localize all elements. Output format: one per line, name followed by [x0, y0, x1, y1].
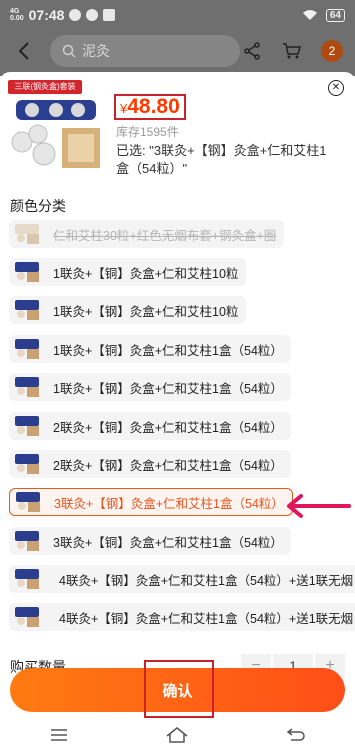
- price-display: ¥ 48.80: [114, 94, 186, 120]
- cart-button[interactable]: [281, 40, 303, 62]
- menu-icon: [51, 729, 68, 741]
- variant-option-10[interactable]: 4联灸+【铜】灸盒+仁和艾柱1盒（54粒）+送1联无烟: [9, 603, 355, 631]
- variant-option-7-selected[interactable]: 3联灸+【钢】灸盒+仁和艾柱1盒（54粒）: [9, 488, 293, 516]
- sku-selector-sheet: 三联(钢灸盒)套装 ¥ 48.80 库存1595件 已选: "3联灸+【钢】灸盒…: [0, 72, 355, 720]
- variant-option-8[interactable]: 3联灸+【铜】灸盒+仁和艾柱1盒（54粒）: [9, 527, 291, 555]
- variant-thumbnail: [13, 605, 49, 629]
- variant-option-1[interactable]: 1联灸+【铜】灸盒+仁和艾柱10粒: [9, 258, 247, 286]
- return-icon: [286, 728, 305, 741]
- battery-icon: 64: [325, 8, 345, 22]
- close-icon: ✕: [331, 82, 341, 93]
- stock-count: 库存1595件: [116, 125, 179, 139]
- product-photo: [11, 100, 100, 168]
- currency-symbol: ¥: [120, 101, 128, 116]
- variant-thumbnail: [13, 337, 43, 361]
- variant-thumbnail: [13, 567, 49, 591]
- variant-thumbnail: [13, 222, 43, 246]
- variant-thumbnail: [13, 414, 43, 438]
- search-placeholder: 泥灸: [82, 43, 110, 59]
- variant-thumbnail: [13, 260, 43, 284]
- cart-count-badge[interactable]: 2: [321, 40, 343, 62]
- variant-option-5[interactable]: 2联灸+【铜】灸盒+仁和艾柱1盒（54粒）: [9, 412, 291, 440]
- section-title-color: 颜色分类: [10, 198, 66, 214]
- product-image[interactable]: 三联(钢灸盒)套装: [8, 80, 108, 180]
- home-app-icon: [103, 9, 116, 21]
- system-nav-bar: [0, 720, 355, 750]
- weather-icon: [69, 9, 82, 21]
- notification-icon: [86, 9, 99, 21]
- price-value: 48.80: [127, 95, 180, 118]
- share-button[interactable]: [241, 40, 263, 62]
- chevron-left-icon: [18, 42, 29, 60]
- clock: 07:48: [28, 7, 65, 23]
- home-icon: [167, 727, 188, 743]
- product-image-banner: 三联(钢灸盒)套装: [8, 80, 82, 94]
- home-button[interactable]: [165, 725, 189, 745]
- variant-option-9[interactable]: 4联灸+【钢】灸盒+仁和艾柱1盒（54粒）+送1联无烟: [9, 565, 355, 593]
- annotation-arrow-icon: [287, 494, 351, 518]
- cart-icon: [283, 43, 301, 59]
- variant-option-3[interactable]: 1联灸+【铜】灸盒+仁和艾柱1盒（54粒）: [9, 335, 291, 363]
- variant-thumbnail: [13, 452, 43, 476]
- variant-thumbnail: [13, 375, 43, 399]
- variant-thumbnail: [13, 298, 43, 322]
- variant-option-6[interactable]: 2联灸+【钢】灸盒+仁和艾柱1盒（54粒）: [9, 450, 291, 478]
- variant-thumbnail: [14, 490, 44, 514]
- selected-variant-text: 已选: "3联灸+【钢】灸盒+仁和艾柱1盒（54粒）": [116, 143, 327, 176]
- annotation-box: [144, 660, 214, 718]
- network-indicator: 4G 0.00: [10, 8, 24, 22]
- nav-bar: 泥灸 2: [0, 30, 355, 72]
- variant-thumbnail: [13, 529, 43, 553]
- status-bar: 4G 0.00 07:48 64: [0, 0, 355, 30]
- variant-option-0[interactable]: 仁和艾柱30粒+红色无烟布套+钢灸盒+圈: [9, 220, 285, 248]
- close-button[interactable]: ✕: [328, 80, 344, 96]
- product-header: 三联(钢灸盒)套装 ¥ 48.80 库存1595件 已选: "3联灸+【钢】灸盒…: [0, 72, 355, 182]
- search-icon: [62, 44, 76, 58]
- share-icon: [244, 42, 260, 60]
- variant-option-4[interactable]: 1联灸+【钢】灸盒+仁和艾柱1盒（54粒）: [9, 373, 291, 401]
- menu-button[interactable]: [47, 725, 71, 745]
- variant-option-2[interactable]: 1联灸+【钢】灸盒+仁和艾柱10粒: [9, 296, 247, 324]
- back-button[interactable]: [12, 39, 36, 63]
- back-system-button[interactable]: [284, 725, 308, 745]
- search-input[interactable]: 泥灸: [50, 35, 240, 67]
- wifi-icon: [302, 10, 317, 20]
